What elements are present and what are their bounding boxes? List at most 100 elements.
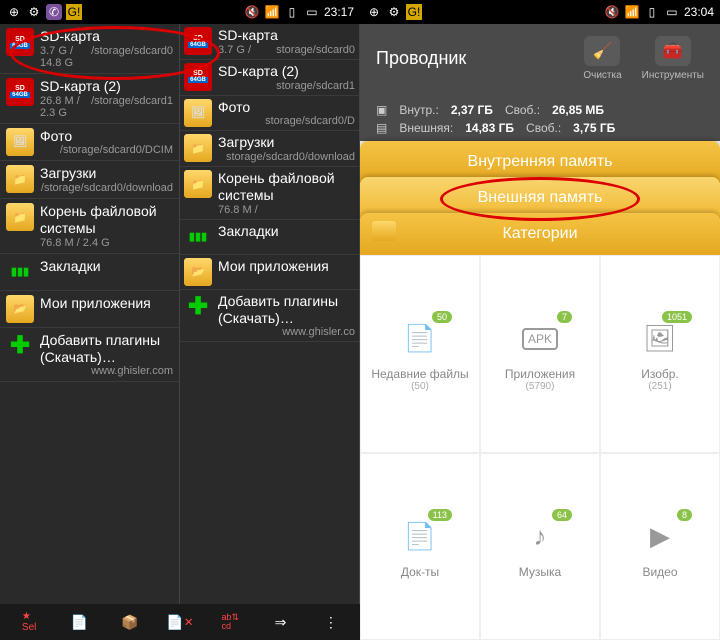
battery-icon: ▭ bbox=[664, 4, 680, 20]
list-item[interactable]: ✚Добавить плагины (Скачать)…www.ghisler.… bbox=[180, 290, 359, 343]
item-title: Закладки bbox=[218, 223, 355, 240]
category-sub: (50) bbox=[411, 381, 429, 392]
item-path: www.ghisler.co bbox=[282, 326, 355, 338]
dual-pane: SD64GB SD-карта 3.7 G / 14.8 G/storage/sdc… bbox=[0, 24, 360, 604]
list-item[interactable]: SD64GB SD-карта (2)storage/sdcard1 bbox=[180, 60, 359, 96]
broom-icon: 🧹 bbox=[584, 36, 620, 66]
phone-icon: ▣ bbox=[376, 103, 387, 117]
list-item[interactable]: 📁Загрузкиstorage/sdcard0/download bbox=[180, 131, 359, 167]
folder-icon: 📁 bbox=[6, 203, 34, 231]
item-path: /storage/sdcard0/download bbox=[41, 182, 173, 194]
app-icon: G! bbox=[406, 4, 422, 20]
list-item[interactable]: SD64GBSD-карта3.7 G /storage/sdcard0 bbox=[180, 24, 359, 60]
list-item[interactable]: ✚Добавить плагины (Скачать)…www.ghisler.… bbox=[0, 328, 179, 383]
item-title: SD-карта (2) bbox=[218, 63, 355, 80]
app-icon: G! bbox=[66, 4, 82, 20]
category-title: Видео bbox=[642, 565, 677, 579]
item-path: storage/sdcard0 bbox=[276, 44, 355, 56]
item-size: 76.8 M / bbox=[218, 204, 258, 216]
list-item[interactable]: 🖼Фотоstorage/sdcard0/D bbox=[180, 96, 359, 132]
item-title: SD-карта bbox=[218, 27, 355, 44]
item-size: 3.7 G / 14.8 G bbox=[40, 45, 91, 69]
mute-icon: 🔇 bbox=[604, 4, 620, 20]
sd-icon: SD64GB bbox=[184, 27, 212, 55]
list-item[interactable]: 📁Корень файловой системы76.8 M / bbox=[180, 167, 359, 220]
sd-icon: SD64GB bbox=[6, 28, 34, 56]
list-item[interactable]: ▮▮▮Закладки bbox=[180, 220, 359, 255]
photo-folder-icon: 🖼 bbox=[6, 128, 34, 156]
toolbox-icon: 🧰 bbox=[655, 36, 691, 66]
category-title: Недавние файлы bbox=[371, 367, 468, 381]
category-icon: ▶8 bbox=[638, 515, 682, 559]
cleanup-button[interactable]: 🧹 Очистка bbox=[583, 36, 621, 81]
item-path: storage/sdcard0/download bbox=[226, 151, 355, 163]
mute-icon: 🔇 bbox=[244, 4, 260, 20]
phone-right: ⊕ ⚙ G! 🔇 📶 ▯ ▭ 23:04 Проводник 🧹 Очистка… bbox=[360, 0, 720, 640]
plus-icon: ✚ bbox=[6, 332, 34, 360]
list-item[interactable]: 📁Загрузки/storage/sdcard0/download bbox=[0, 161, 179, 199]
item-title: SD-карта (2) bbox=[40, 78, 173, 95]
wifi-icon: 📶 bbox=[264, 4, 280, 20]
item-title: Фото bbox=[218, 99, 355, 116]
menu-button[interactable]: ⋮ bbox=[315, 606, 347, 638]
copy-button[interactable]: 📄 bbox=[63, 606, 95, 638]
item-title: Мои приложения bbox=[218, 258, 355, 275]
wifi-icon: 📶 bbox=[624, 4, 640, 20]
category-cell[interactable]: 📄50Недавние файлы(50) bbox=[360, 255, 480, 453]
item-size: 26.8 M / 2.3 G bbox=[40, 95, 91, 119]
category-icon: 📄113 bbox=[398, 515, 442, 559]
sd-icon: SD64GB bbox=[184, 63, 212, 91]
app-header: Проводник 🧹 Очистка 🧰 Инструменты bbox=[360, 24, 720, 93]
gear-icon: ⚙ bbox=[386, 4, 402, 20]
category-sub: (251) bbox=[648, 381, 671, 392]
category-grid: 📄50Недавние файлы(50)APK7Приложения(5790… bbox=[360, 255, 720, 640]
storage-tabs: Внутренняя память Внешняя память Категор… bbox=[360, 141, 720, 255]
clock: 23:17 bbox=[324, 5, 354, 19]
phone-left: ⊕ ⚙ ✆ G! 🔇 📶 ▯ ▭ 23:17 SD64GB SD-карта 3.7… bbox=[0, 0, 360, 640]
list-item[interactable]: 📂Мои приложения bbox=[180, 255, 359, 290]
page-title: Проводник bbox=[376, 48, 466, 69]
item-title: Закладки bbox=[40, 258, 173, 275]
category-cell[interactable]: 🖼1051Изобр.(251) bbox=[600, 255, 720, 453]
list-item[interactable]: 🖼Фото/storage/sdcard0/DCIM bbox=[0, 124, 179, 162]
swap-button[interactable]: ⇒ bbox=[265, 606, 297, 638]
tab-categories[interactable]: Категории bbox=[360, 213, 720, 255]
pane-right[interactable]: SD64GBSD-карта3.7 G /storage/sdcard0SD64… bbox=[180, 24, 360, 604]
list-item[interactable]: 📁Корень файловой системы76.8 M / 2.4 G bbox=[0, 199, 179, 254]
item-title: Загрузки bbox=[40, 165, 173, 182]
count-badge: 8 bbox=[677, 509, 692, 521]
item-title: Добавить плагины (Скачать)… bbox=[218, 293, 355, 327]
list-item[interactable]: 📂Мои приложения bbox=[0, 291, 179, 328]
category-icon: APK7 bbox=[518, 317, 562, 361]
item-title: Загрузки bbox=[218, 134, 355, 151]
item-path: storage/sdcard1 bbox=[276, 80, 355, 92]
item-path: /storage/sdcard0 bbox=[91, 45, 173, 69]
category-cell[interactable]: ♪64Музыка bbox=[480, 453, 600, 640]
category-title: Музыка bbox=[519, 565, 561, 579]
item-path: /storage/sdcard1 bbox=[91, 95, 173, 119]
delete-button[interactable]: 📄✕ bbox=[164, 606, 196, 638]
list-item[interactable]: SD64GB SD-карта (2)26.8 M / 2.3 G/storage… bbox=[0, 74, 179, 124]
list-item[interactable]: ▮▮▮Закладки bbox=[0, 254, 179, 291]
category-cell[interactable]: 📄113 Док-ты bbox=[360, 453, 480, 640]
count-badge: 7 bbox=[557, 311, 572, 323]
sd-icon: SD64GB bbox=[6, 78, 34, 106]
category-cell[interactable]: APK7Приложения(5790) bbox=[480, 255, 600, 453]
list-item[interactable]: SD64GBSD-карта3.7 G / 14.8 G/storage/sdc… bbox=[0, 24, 179, 74]
viber-icon: ✆ bbox=[46, 4, 62, 20]
category-cell[interactable]: ▶8 Видео bbox=[600, 453, 720, 640]
statusbar-left: ⊕ ⚙ ✆ G! 🔇 📶 ▯ ▭ 23:17 bbox=[0, 0, 360, 24]
item-path: /storage/sdcard0/DCIM bbox=[60, 144, 173, 156]
pane-left[interactable]: SD64GBSD-карта3.7 G / 14.8 G/storage/sdc… bbox=[0, 24, 180, 604]
category-title: Док-ты bbox=[401, 565, 439, 579]
select-button[interactable]: ★Sel bbox=[13, 606, 45, 638]
gear-icon: ⚙ bbox=[26, 4, 42, 20]
tools-button[interactable]: 🧰 Инструменты bbox=[642, 36, 704, 81]
plus-icon: ⊕ bbox=[6, 4, 22, 20]
storage-external-row: ▤ Внешняя: 14,83 ГБ Своб.: 3,75 ГБ bbox=[376, 119, 704, 137]
pack-button[interactable]: 📦 bbox=[114, 606, 146, 638]
item-title: Добавить плагины (Скачать)… bbox=[40, 332, 173, 366]
sort-button[interactable]: ab⇅cd bbox=[214, 606, 246, 638]
folder-icon: 📁 bbox=[184, 170, 212, 198]
sim-icon: ▯ bbox=[644, 4, 660, 20]
